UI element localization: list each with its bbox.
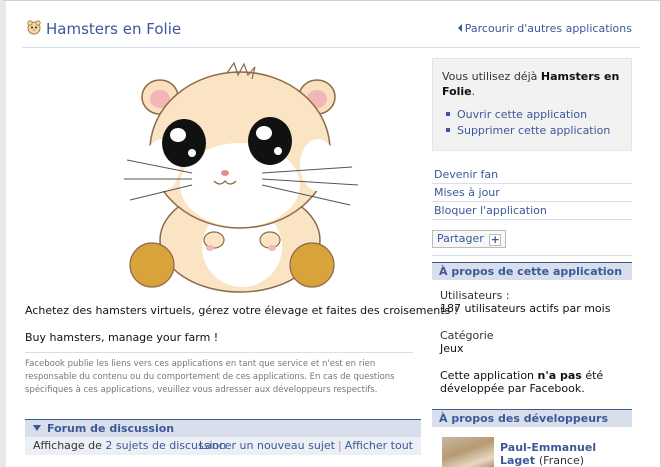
- forum-actions: Lancer un nouveau sujet | Afficher tout: [199, 439, 413, 452]
- forum-title: Forum de discussion: [47, 422, 175, 435]
- facebook-disclaimer: Facebook publie les liens vers ces appli…: [25, 352, 413, 397]
- forum-header[interactable]: Forum de discussion: [25, 419, 421, 437]
- block-app-link[interactable]: Bloquer l'application: [432, 202, 632, 220]
- share-row: Partager +: [432, 230, 632, 256]
- about-developers-header: À propos des développeurs: [432, 409, 632, 427]
- developer-photo[interactable]: [442, 437, 494, 467]
- share-label: Partager: [437, 232, 484, 245]
- discussion-forum: Forum de discussion Affichage de 2 sujet…: [25, 419, 421, 459]
- app-title[interactable]: Hamsters en Folie: [46, 20, 181, 38]
- browse-apps-label: Parcourir d'autres applications: [464, 22, 632, 35]
- bullet-icon: [446, 112, 450, 116]
- open-app-label: Ouvrir cette application: [457, 108, 588, 121]
- dev-note-bold: n'a pas: [537, 369, 582, 382]
- app-usage-box: Vous utilisez déjà Hamsters en Folie. Ou…: [432, 58, 632, 151]
- developer-note: Cette application n'a pas été développée…: [440, 369, 624, 395]
- become-fan-link[interactable]: Devenir fan: [432, 166, 632, 184]
- using-app-text: Vous utilisez déjà Hamsters en Folie.: [442, 69, 622, 99]
- new-topic-link[interactable]: Lancer un nouveau sujet: [199, 439, 335, 452]
- updates-link[interactable]: Mises à jour: [432, 184, 632, 202]
- category-block: Catégorie Jeux: [440, 329, 624, 355]
- developer-last-name[interactable]: Laget: [500, 454, 535, 467]
- developer-name: Paul-Emmanuel Laget (France): [500, 441, 596, 467]
- users-label: Utilisateurs :: [440, 289, 510, 302]
- app-header: Hamsters en Folie Parcourir d'autres app…: [22, 14, 640, 48]
- about-app-body: Utilisateurs : 187 utilisateurs actifs p…: [432, 280, 632, 395]
- remove-app-label: Supprimer cette application: [457, 124, 611, 137]
- remove-app-link[interactable]: Supprimer cette application: [446, 124, 622, 137]
- forum-summary: Affichage de 2 sujets de discussion Lanc…: [25, 437, 421, 455]
- show-all-link[interactable]: Afficher tout: [345, 439, 413, 452]
- app-description-fr: Achetez des hamsters virtuels, gérez vot…: [25, 304, 459, 317]
- collapse-arrow-icon[interactable]: [33, 425, 41, 431]
- about-developers-section: À propos des développeurs Paul-Emmanuel …: [432, 409, 632, 467]
- category-value: Jeux: [440, 342, 464, 355]
- using-suffix: .: [471, 85, 476, 98]
- plus-icon: +: [489, 233, 502, 246]
- about-app-section: À propos de cette application Utilisateu…: [432, 262, 632, 395]
- category-label: Catégorie: [440, 329, 494, 342]
- open-app-link[interactable]: Ouvrir cette application: [446, 108, 622, 121]
- browse-apps-link[interactable]: Parcourir d'autres applications: [457, 22, 632, 35]
- developer-country: (France): [538, 454, 585, 467]
- share-button[interactable]: Partager +: [432, 230, 507, 248]
- hamster-app-icon: [27, 20, 41, 35]
- users-block: Utilisateurs : 187 utilisateurs actifs p…: [440, 289, 624, 315]
- app-description-en: Buy hamsters, manage your farm !: [25, 331, 219, 344]
- app-actions-list: Ouvrir cette application Supprimer cette…: [442, 108, 622, 137]
- about-app-header: À propos de cette application: [432, 262, 632, 280]
- bullet-icon: [446, 128, 450, 132]
- sidebar-links: Devenir fan Mises à jour Bloquer l'appli…: [432, 166, 632, 220]
- left-arrow-icon: [457, 24, 462, 32]
- using-prefix: Vous utilisez déjà: [442, 70, 538, 83]
- developer-first-name[interactable]: Paul-Emmanuel: [500, 441, 596, 454]
- developer-entry: Paul-Emmanuel Laget (France): [432, 433, 632, 467]
- hamster-illustration: [124, 61, 359, 293]
- forum-showing-prefix: Affichage de: [33, 439, 102, 452]
- dev-note-prefix: Cette application: [440, 369, 535, 382]
- right-sidebar: Vous utilisez déjà Hamsters en Folie. Ou…: [432, 58, 632, 467]
- users-value: 187 utilisateurs actifs par mois: [440, 302, 611, 315]
- action-separator: |: [337, 439, 342, 452]
